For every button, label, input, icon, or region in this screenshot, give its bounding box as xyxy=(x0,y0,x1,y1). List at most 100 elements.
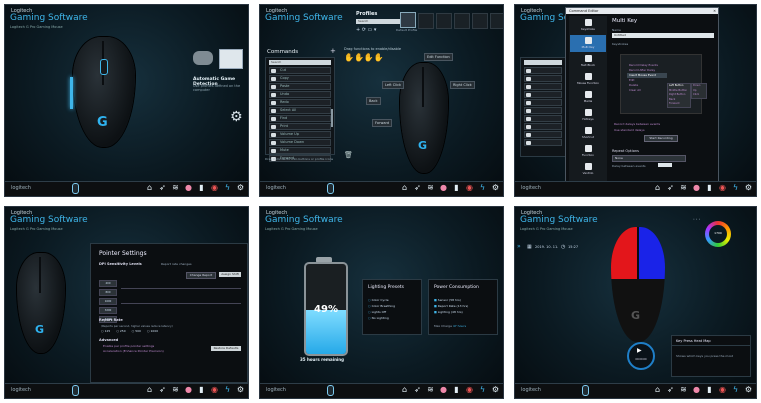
command-item[interactable]: Select All xyxy=(269,107,331,114)
battery-icon[interactable]: ▮ xyxy=(452,385,461,394)
expand-icon[interactable]: » xyxy=(517,243,521,250)
submenu2-item[interactable]: Click xyxy=(692,93,706,98)
pointer-icon[interactable]: ➶ xyxy=(413,183,422,192)
keystrokes-area[interactable]: Record Delay Events Record After Delay Ins… xyxy=(620,54,707,114)
close-icon[interactable]: ✕ xyxy=(713,8,716,14)
device-selector-icon[interactable] xyxy=(582,385,589,396)
g-icon[interactable]: ϟ xyxy=(731,385,740,394)
home-icon[interactable]: ⌂ xyxy=(145,385,154,394)
g-icon[interactable]: ϟ xyxy=(223,385,232,394)
context-menu-item[interactable]: Clear All xyxy=(627,88,667,93)
command-item[interactable]: Print xyxy=(269,123,331,130)
gear-icon[interactable]: ⚙ xyxy=(236,183,245,192)
dpi-row[interactable]: 3200 xyxy=(99,307,117,314)
battery-icon[interactable]: ▮ xyxy=(452,183,461,192)
report-rate-option[interactable]: ○ 250 xyxy=(116,329,125,333)
sliders-icon[interactable]: ≋ xyxy=(426,385,435,394)
power-item[interactable]: ■ Lighting (48 hrs) xyxy=(434,310,468,316)
pointer-icon[interactable]: ➶ xyxy=(158,183,167,192)
label-back[interactable]: Back xyxy=(366,97,381,105)
device-selector-icon[interactable] xyxy=(327,183,334,194)
label-top[interactable]: Edit Function xyxy=(424,53,453,61)
lighting-preset-item[interactable]: ○ No Lighting xyxy=(368,316,395,322)
start-recording-button[interactable]: Start Recording xyxy=(644,135,678,142)
command-item[interactable]: Volume Up xyxy=(269,131,331,138)
heatmap-icon[interactable]: ◉ xyxy=(210,183,219,192)
editor-sidebar-item[interactable]: Mouse Function xyxy=(570,71,606,88)
scrollbar[interactable] xyxy=(331,109,333,127)
editor-sidebar-item[interactable]: Shortcut xyxy=(570,125,606,142)
adv-option-2[interactable]: Acceleration (Enhance Pointer Precision) xyxy=(103,349,164,353)
heatmap-icon[interactable]: ◉ xyxy=(465,385,474,394)
command-item[interactable]: Find xyxy=(269,115,331,122)
pointer-icon[interactable]: ➶ xyxy=(666,385,675,394)
repeat-select[interactable]: None xyxy=(612,155,686,162)
command-item[interactable]: Volume Down xyxy=(269,139,331,146)
delay-field[interactable] xyxy=(658,163,672,167)
add-command-icon[interactable]: + xyxy=(330,47,336,55)
default-profile[interactable] xyxy=(400,12,416,28)
g-icon[interactable]: ϟ xyxy=(478,385,487,394)
report-rate-option[interactable]: ○ 1000 xyxy=(147,329,158,333)
command-item[interactable]: Paste xyxy=(269,83,331,90)
profile-actions[interactable]: + ⟳ ▭ ▾ xyxy=(356,27,376,33)
check-record-delays[interactable]: Record delays between events xyxy=(614,122,660,126)
home-icon[interactable]: ⌂ xyxy=(400,183,409,192)
sliders-icon[interactable]: ≋ xyxy=(171,385,180,394)
computer-icon[interactable] xyxy=(219,49,243,69)
assign-shift-button[interactable]: Assign Shift xyxy=(219,272,241,277)
restore-defaults-button[interactable]: Restore Defaults xyxy=(211,346,241,351)
editor-sidebar-item[interactable]: Media xyxy=(570,89,606,106)
color-icon[interactable]: ● xyxy=(184,385,193,394)
heatmap-icon[interactable]: ◉ xyxy=(465,183,474,192)
sliders-icon[interactable]: ≋ xyxy=(426,183,435,192)
dpi-row[interactable]: 1600 xyxy=(99,298,117,305)
dpi-slider-track[interactable] xyxy=(121,288,241,304)
command-item[interactable]: Mute xyxy=(269,147,331,154)
color-icon[interactable]: ● xyxy=(184,183,193,192)
color-icon[interactable]: ● xyxy=(439,385,448,394)
gear-icon[interactable]: ⚙ xyxy=(744,385,753,394)
battery-icon[interactable]: ▮ xyxy=(705,385,714,394)
battery-icon[interactable]: ▮ xyxy=(197,183,206,192)
timer-circle[interactable]: ▶ 00:00:00 xyxy=(627,342,655,370)
hand-icons[interactable]: ✋✋✋✋ xyxy=(344,53,384,62)
gear-icon[interactable]: ⚙ xyxy=(491,183,500,192)
label-forward[interactable]: Forward xyxy=(372,119,393,127)
sliders-icon[interactable]: ≋ xyxy=(171,183,180,192)
heatmap-icon[interactable]: ◉ xyxy=(718,385,727,394)
command-item[interactable]: Cut xyxy=(269,67,331,74)
label-left-click[interactable]: Left Click xyxy=(382,81,405,89)
dpi-row[interactable]: 400 xyxy=(99,280,117,287)
g-icon[interactable]: ϟ xyxy=(478,183,487,192)
heatmap-icon[interactable]: ◉ xyxy=(210,385,219,394)
home-icon[interactable]: ⌂ xyxy=(145,183,154,192)
editor-sidebar-item[interactable]: Text Block xyxy=(570,53,606,70)
submenu-item[interactable]: Forward xyxy=(668,102,690,107)
device-icon[interactable] xyxy=(193,51,213,65)
editor-sidebar-item[interactable]: Hotkeys xyxy=(570,107,606,124)
device-selector-icon[interactable] xyxy=(72,183,79,194)
editor-sidebar-item[interactable]: Keystroke xyxy=(570,17,606,34)
command-item[interactable]: Copy xyxy=(269,75,331,82)
g-icon[interactable]: ϟ xyxy=(223,183,232,192)
battery-icon[interactable]: ▮ xyxy=(705,183,714,192)
color-icon[interactable]: ● xyxy=(439,183,448,192)
report-rate-option[interactable]: ○ 125 xyxy=(101,329,110,333)
heatmap-icon[interactable]: ◉ xyxy=(718,183,727,192)
name-field[interactable]: Untitled xyxy=(612,33,714,38)
pointer-icon[interactable]: ➶ xyxy=(666,183,675,192)
g-icon[interactable]: ϟ xyxy=(731,183,740,192)
label-right-click[interactable]: Right Click xyxy=(450,81,475,89)
color-icon[interactable]: ● xyxy=(692,183,701,192)
sliders-icon[interactable]: ≋ xyxy=(679,385,688,394)
command-item[interactable]: Undo xyxy=(269,91,331,98)
device-selector-icon[interactable] xyxy=(72,385,79,396)
commands-search[interactable]: Search xyxy=(269,60,331,65)
color-icon[interactable]: ● xyxy=(692,385,701,394)
home-icon[interactable]: ⌂ xyxy=(653,183,662,192)
device-selector-icon[interactable] xyxy=(327,385,334,396)
editor-sidebar-item[interactable]: Multi Key xyxy=(570,35,606,52)
settings-gear-icon[interactable]: ⚙ xyxy=(230,109,243,125)
pointer-icon[interactable]: ➶ xyxy=(158,385,167,394)
